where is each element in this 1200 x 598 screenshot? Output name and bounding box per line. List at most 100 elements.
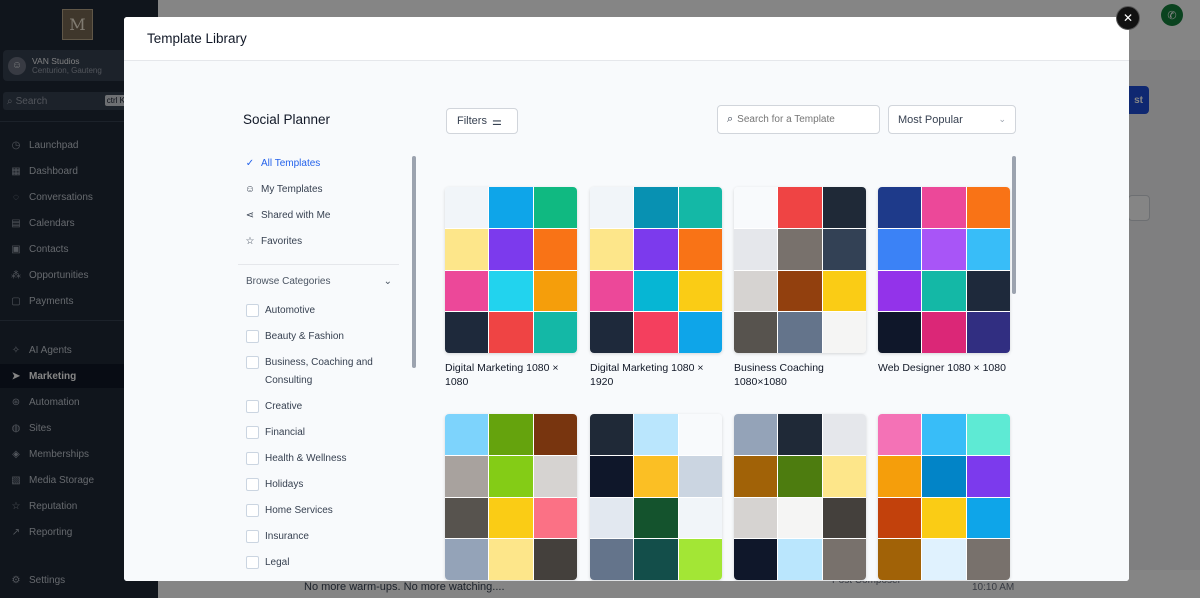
thumbnail-tile	[634, 187, 678, 228]
template-name: Digital Marketing 1080 × 1920	[590, 362, 704, 388]
modal-title: Template Library	[147, 31, 247, 46]
category-label: Financial	[265, 427, 306, 438]
thumbnail-tile	[445, 539, 489, 580]
thumbnail-tile	[778, 455, 822, 497]
template-search-input[interactable]	[737, 114, 868, 125]
thumbnail-tile	[489, 455, 533, 497]
templates-scrollbar[interactable]	[1012, 156, 1016, 294]
thumbnail-tile	[966, 228, 1010, 270]
modal-body: Social Planner ✓ All Templates ☺ My Templat…	[124, 61, 1129, 581]
share-icon: ⋖	[245, 209, 255, 221]
template-card[interactable]	[878, 414, 1010, 580]
thumbnail-tile	[966, 187, 1010, 228]
template-card[interactable]	[590, 414, 722, 580]
thumbnail-tile	[778, 497, 822, 539]
checkbox[interactable]	[246, 556, 259, 569]
thumbnail-tile	[678, 270, 722, 312]
category-checkbox-item[interactable]: Financial	[246, 424, 385, 442]
thumbnail-tile	[922, 187, 966, 228]
category-checkbox-item[interactable]: Insurance	[246, 528, 385, 546]
sort-selected-value: Most Popular	[898, 113, 963, 126]
category-checkbox-item[interactable]: Home Services	[246, 502, 385, 520]
template-thumbnail[interactable]	[734, 187, 866, 353]
template-thumbnail[interactable]	[590, 414, 722, 580]
category-checkbox-item[interactable]: Legal	[246, 554, 385, 572]
thumbnail-tile	[634, 414, 678, 455]
thumbnail-tile	[533, 270, 577, 312]
thumbnail-tile	[445, 414, 489, 455]
checkbox[interactable]	[246, 356, 259, 369]
divider	[238, 264, 399, 265]
template-thumbnail[interactable]	[445, 187, 577, 353]
template-search[interactable]: ⌕	[717, 105, 880, 134]
thumbnail-tile	[734, 270, 778, 312]
category-checkbox-item[interactable]: Holidays	[246, 476, 385, 494]
filters-button[interactable]: Filters ⚌	[446, 108, 518, 134]
template-card[interactable]: Digital Marketing 1080 × 1920	[590, 187, 722, 389]
sort-select[interactable]: Most Popular ⌄	[888, 105, 1016, 134]
checkbox[interactable]	[246, 400, 259, 413]
filter-label: Shared with Me	[261, 209, 331, 221]
template-thumbnail[interactable]	[878, 187, 1010, 353]
checkbox[interactable]	[246, 426, 259, 439]
thumbnail-tile	[822, 228, 866, 270]
thumbnail-tile	[734, 312, 778, 353]
category-checkbox-item[interactable]: Beauty & Fashion	[246, 328, 385, 346]
thumbnail-tile	[445, 455, 489, 497]
thumbnail-tile	[778, 270, 822, 312]
categories-scrollbar[interactable]	[412, 156, 416, 368]
thumbnail-tile	[822, 187, 866, 228]
thumbnail-tile	[590, 497, 634, 539]
checkbox[interactable]	[246, 304, 259, 317]
checkbox[interactable]	[246, 330, 259, 343]
check-circle-icon: ✓	[245, 157, 255, 169]
category-label: Holidays	[265, 479, 304, 490]
template-thumbnail[interactable]	[734, 414, 866, 580]
thumbnail-tile	[678, 228, 722, 270]
category-checkbox-item[interactable]: Automotive	[246, 302, 385, 320]
template-card[interactable]: Business Coaching 1080×1080	[734, 187, 866, 389]
thumbnail-tile	[966, 414, 1010, 455]
template-card[interactable]: Digital Marketing 1080 × 1080	[445, 187, 577, 389]
thumbnail-tile	[489, 270, 533, 312]
checkbox[interactable]	[246, 530, 259, 543]
star-icon: ☆	[245, 235, 255, 247]
template-thumbnail[interactable]	[878, 414, 1010, 580]
category-checkbox-item[interactable]: Business, Coaching and Consulting	[246, 354, 385, 390]
thumbnail-tile	[734, 497, 778, 539]
template-card[interactable]	[734, 414, 866, 580]
template-card[interactable]: Web Designer 1080 × 1080	[878, 187, 1010, 375]
checkbox[interactable]	[246, 452, 259, 465]
template-card[interactable]	[445, 414, 577, 580]
thumbnail-tile	[445, 497, 489, 539]
close-icon[interactable]: ✕	[1116, 6, 1140, 30]
thumbnail-tile	[734, 414, 778, 455]
thumbnail-tile	[533, 455, 577, 497]
template-thumbnail[interactable]	[590, 187, 722, 353]
filter-all-templates[interactable]: ✓ All Templates	[244, 154, 321, 172]
thumbnail-tile	[678, 312, 722, 353]
thumbnail-tile	[533, 228, 577, 270]
thumbnail-tile	[922, 497, 966, 539]
template-library-modal: Template Library Social Planner ✓ All Tem…	[124, 17, 1129, 581]
thumbnail-tile	[489, 539, 533, 580]
category-label: Home Services	[265, 505, 333, 516]
category-checkbox-item[interactable]: Health & Wellness	[246, 450, 385, 468]
filter-label: All Templates	[261, 157, 321, 169]
thumbnail-tile	[489, 312, 533, 353]
thumbnail-tile	[822, 497, 866, 539]
thumbnail-tile	[590, 414, 634, 455]
thumbnail-tile	[922, 414, 966, 455]
thumbnail-tile	[445, 228, 489, 270]
category-checkbox-item[interactable]: Creative	[246, 398, 385, 416]
checkbox[interactable]	[246, 478, 259, 491]
thumbnail-tile	[533, 497, 577, 539]
filter-favorites[interactable]: ☆ Favorites	[244, 232, 303, 250]
checkbox[interactable]	[246, 504, 259, 517]
thumbnail-tile	[922, 312, 966, 353]
browse-categories-toggle[interactable]: Browse Categories ⌄	[246, 276, 392, 287]
filter-shared-with-me[interactable]: ⋖ Shared with Me	[244, 206, 331, 224]
template-thumbnail[interactable]	[445, 414, 577, 580]
filter-my-templates[interactable]: ☺ My Templates	[244, 180, 323, 198]
thumbnail-tile	[822, 539, 866, 580]
